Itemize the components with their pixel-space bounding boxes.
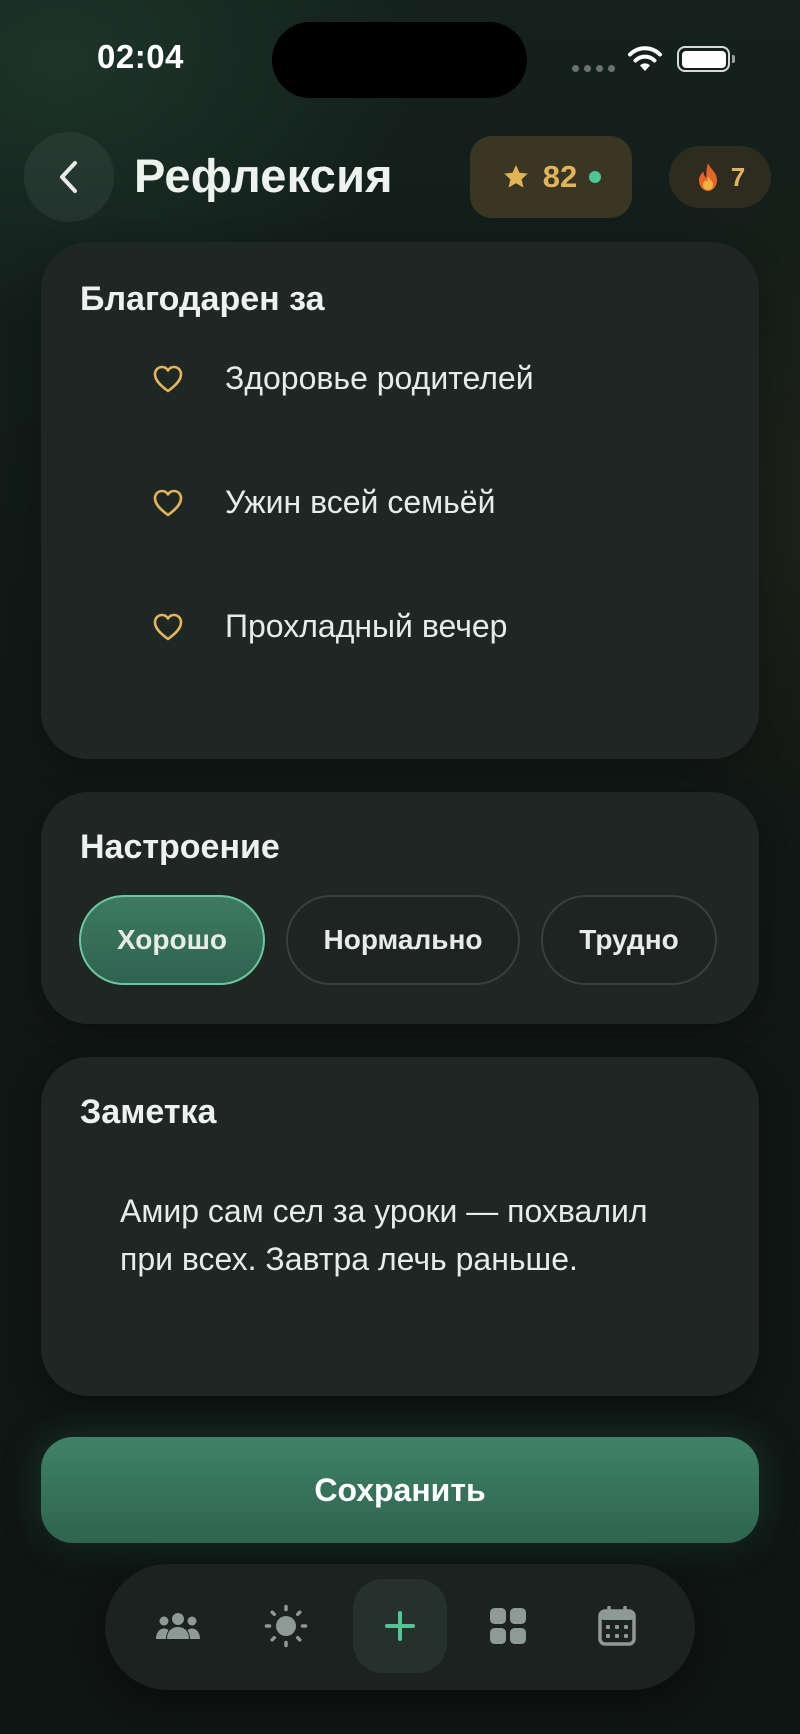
back-button[interactable] bbox=[24, 132, 114, 222]
mood-option-normal[interactable]: Нормально bbox=[286, 895, 520, 985]
online-indicator bbox=[589, 171, 602, 183]
gratitude-item[interactable]: Здоровье родителей bbox=[79, 318, 721, 442]
note-text-area[interactable]: Амир сам сел за уроки — похвалил при все… bbox=[120, 1187, 680, 1283]
status-time: 02:04 bbox=[97, 38, 184, 75]
streak-badge[interactable]: 7 bbox=[669, 146, 771, 208]
dynamic-island bbox=[272, 22, 527, 98]
heart-icon bbox=[153, 613, 183, 641]
heart-icon bbox=[153, 489, 183, 517]
tab-family[interactable] bbox=[131, 1579, 225, 1673]
heart-icon bbox=[153, 365, 183, 393]
fire-icon bbox=[698, 163, 717, 191]
tab-dashboard[interactable] bbox=[461, 1579, 555, 1673]
cellular-signal-icon bbox=[572, 65, 615, 72]
sun-icon bbox=[264, 1604, 308, 1648]
family-icon bbox=[156, 1613, 200, 1639]
points-value: 82 bbox=[542, 159, 578, 194]
points-badge[interactable]: 82 bbox=[470, 136, 632, 218]
tab-calendar[interactable] bbox=[570, 1579, 664, 1673]
mood-card: Настроение Хорошо Нормально Трудно bbox=[41, 792, 759, 1024]
mood-option-good[interactable]: Хорошо bbox=[79, 895, 265, 985]
battery-icon bbox=[677, 46, 735, 72]
star-icon bbox=[504, 165, 528, 188]
plus-icon bbox=[385, 1611, 415, 1641]
tab-add[interactable] bbox=[353, 1579, 447, 1673]
gratitude-title: Благодарен за bbox=[80, 280, 325, 318]
gratitude-card: Благодарен за Здоровье родителей Ужин вс… bbox=[41, 242, 759, 759]
streak-value: 7 bbox=[730, 161, 746, 192]
gratitude-item[interactable]: Прохладный вечер bbox=[79, 566, 721, 690]
page-title: Рефлексия bbox=[134, 149, 393, 202]
gratitude-item[interactable]: Ужин всей семьёй bbox=[79, 442, 721, 566]
note-card: Заметка Амир сам сел за уроки — похвалил… bbox=[41, 1057, 759, 1396]
gratitude-item-text: Здоровье родителей bbox=[225, 360, 534, 396]
tab-bar bbox=[105, 1564, 695, 1690]
note-title: Заметка bbox=[80, 1093, 217, 1131]
chevron-left-icon bbox=[60, 161, 77, 193]
gratitude-item-text: Прохладный вечер bbox=[225, 608, 508, 644]
tab-day[interactable] bbox=[239, 1579, 333, 1673]
gratitude-item-text: Ужин всей семьёй bbox=[225, 484, 496, 520]
wifi-icon bbox=[628, 46, 662, 71]
calendar-icon bbox=[598, 1606, 636, 1646]
mood-title: Настроение bbox=[80, 828, 280, 866]
save-button[interactable]: Сохранить bbox=[41, 1437, 759, 1543]
mood-option-hard[interactable]: Трудно bbox=[541, 895, 717, 985]
grid-icon bbox=[490, 1608, 526, 1644]
